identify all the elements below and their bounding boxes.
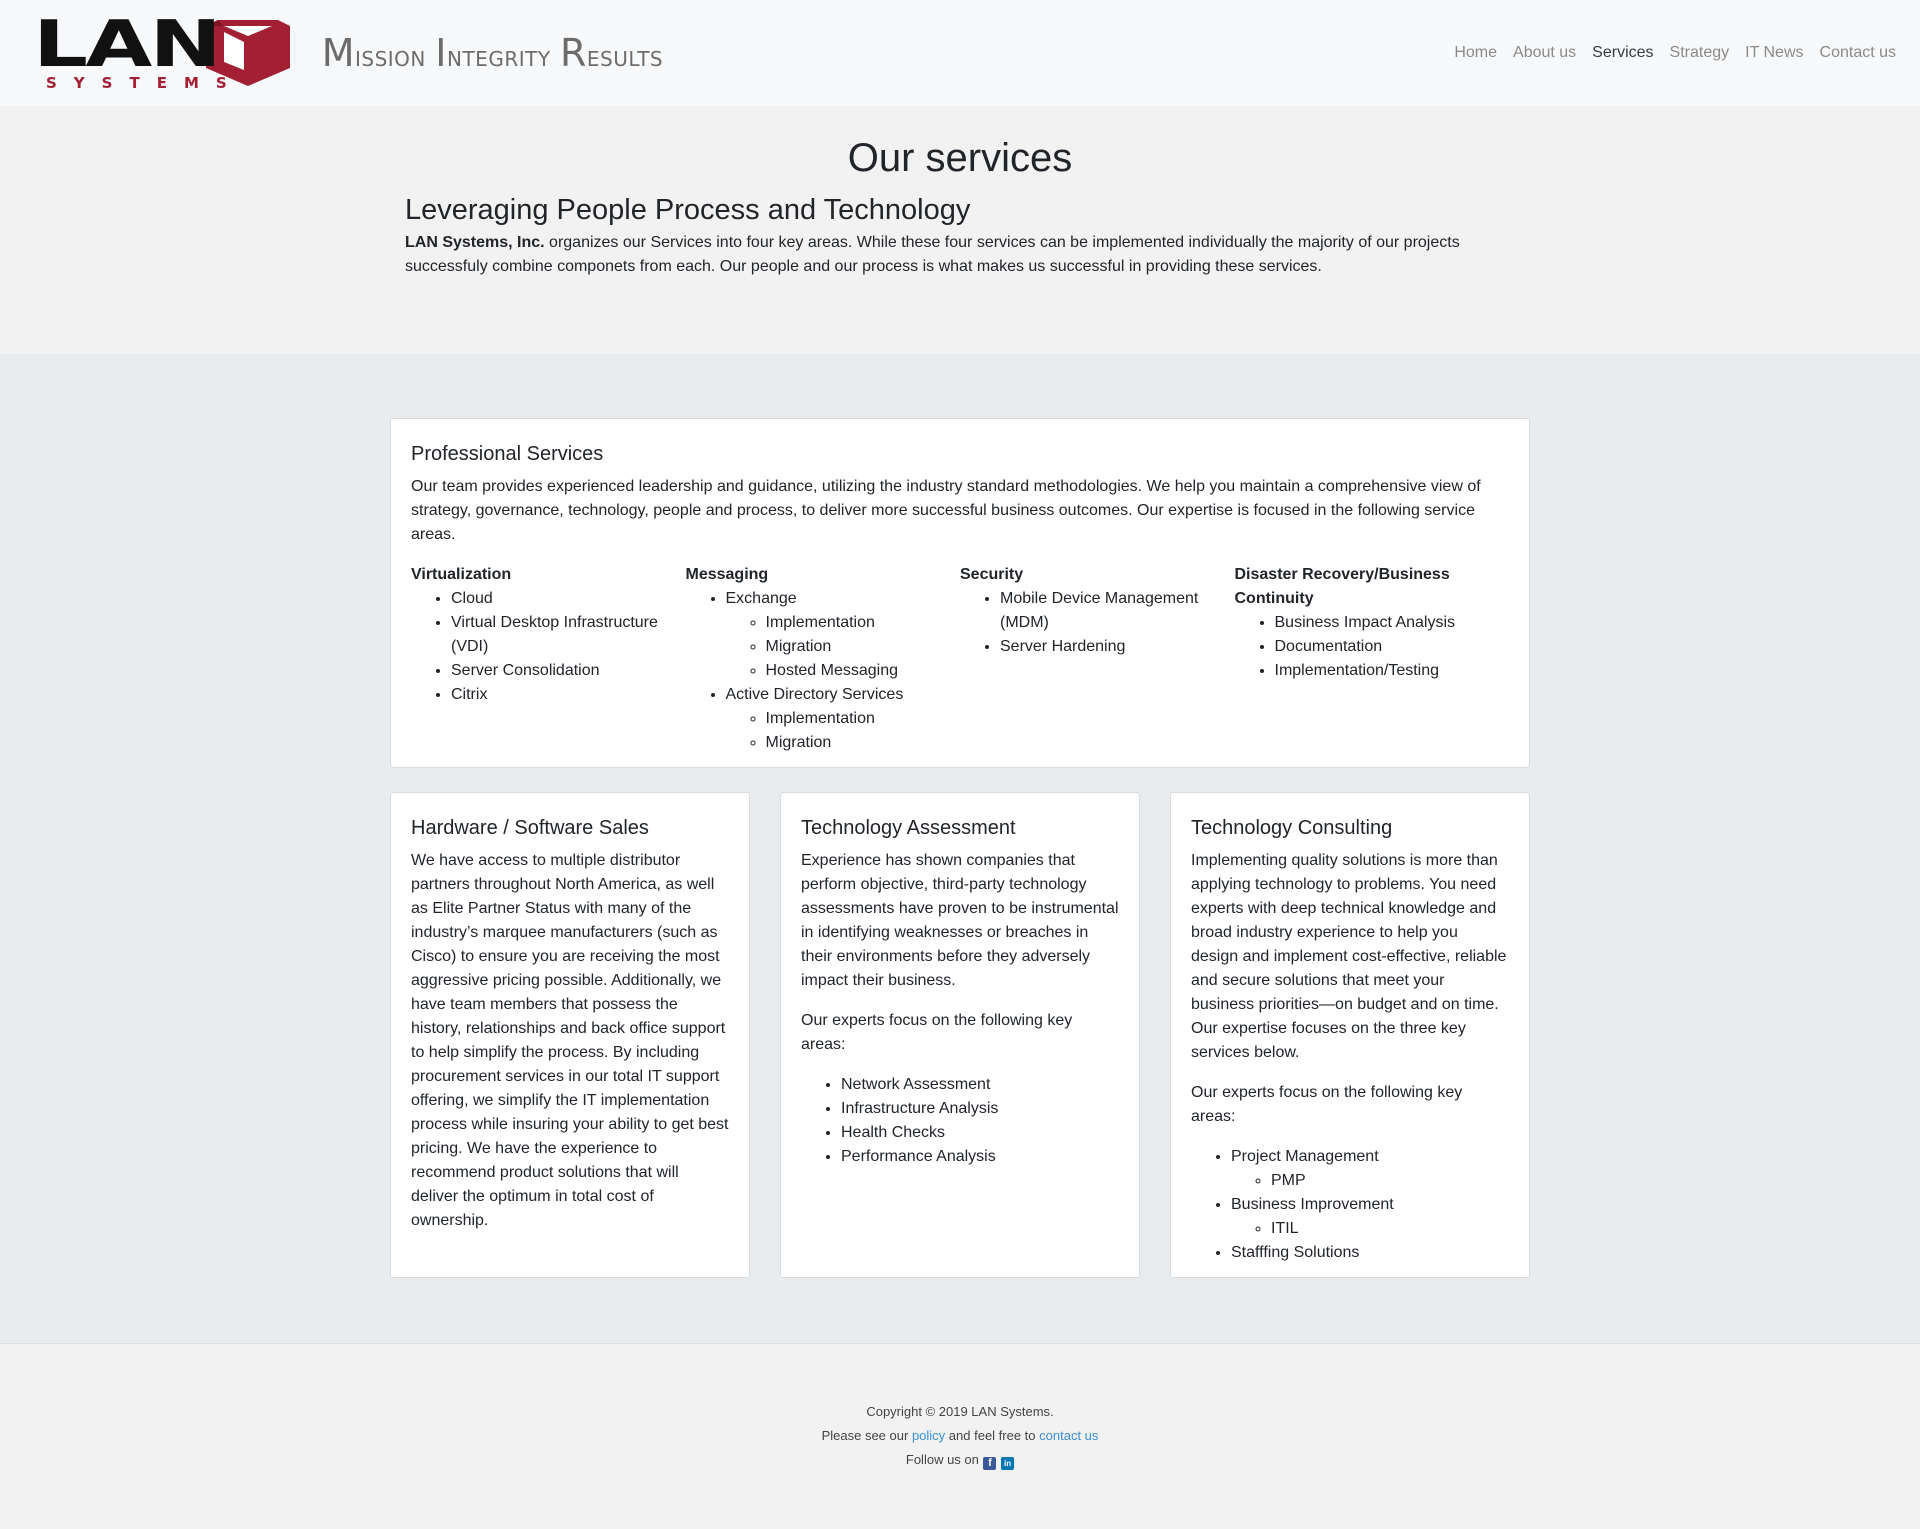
- footer: Copyright © 2019 LAN Systems. Please see…: [0, 1343, 1920, 1529]
- page-title: Our services: [847, 136, 1073, 180]
- list-item: Infrastructure Analysis: [841, 1097, 1119, 1121]
- list-item: Business Improvement ITIL: [1231, 1193, 1509, 1241]
- column-virtualization: Virtualization Cloud Virtual Desktop Inf…: [411, 563, 686, 755]
- technology-consulting-card: Technology Consulting Implementing quali…: [1170, 792, 1530, 1278]
- list-item: Active Directory Services Implementation…: [726, 683, 961, 755]
- linkedin-icon[interactable]: in: [1001, 1457, 1015, 1470]
- copyright: Copyright © 2019 LAN Systems.: [866, 1404, 1054, 1419]
- professional-services-card: Professional Services Our team provides …: [390, 418, 1530, 768]
- navbar: LAN SYSTEMS Mission Integrity Results Ho…: [0, 0, 1920, 106]
- list-item: Performance Analysis: [841, 1145, 1119, 1169]
- logo-word: LAN: [32, 8, 222, 82]
- list-item: PMP: [1271, 1169, 1509, 1193]
- list-item: Implementation: [766, 611, 961, 635]
- policy-link[interactable]: policy: [912, 1428, 945, 1443]
- card-title: Hardware / Software Sales: [411, 817, 649, 839]
- facebook-icon[interactable]: f: [983, 1457, 997, 1470]
- list-item: Exchange Implementation Migration Hosted…: [726, 587, 961, 683]
- hero: Our services Leveraging People Process a…: [0, 106, 1920, 354]
- card-title: Professional Services: [411, 443, 604, 465]
- list-item: Hosted Messaging: [766, 659, 961, 683]
- card-body: We have access to multiple distributor p…: [411, 852, 729, 1229]
- column-security: Security Mobile Device Management (MDM) …: [960, 563, 1235, 755]
- list-item: Virtual Desktop Infrastructure (VDI): [451, 611, 686, 659]
- list-item: Health Checks: [841, 1121, 1119, 1145]
- list-item: Implementation/Testing: [1275, 659, 1510, 683]
- column-messaging: Messaging Exchange Implementation Migrat…: [686, 563, 961, 755]
- list-item: Cloud: [451, 587, 686, 611]
- column-heading: Messaging: [685, 566, 769, 583]
- contact-link[interactable]: contact us: [1039, 1428, 1098, 1443]
- nav-it-news[interactable]: IT News: [1745, 44, 1803, 62]
- services-section: Professional Services Our team provides …: [0, 354, 1920, 1343]
- service-areas: Virtualization Cloud Virtual Desktop Inf…: [411, 563, 1509, 755]
- list-item: ITIL: [1271, 1217, 1509, 1241]
- list-item: Stafffing Solutions: [1231, 1241, 1509, 1265]
- card-title: Technology Consulting: [1191, 817, 1393, 839]
- tagline-word: Mission: [321, 31, 426, 75]
- column-disaster-recovery: Disaster Recovery/Business Continuity Bu…: [1235, 563, 1510, 755]
- list-item: Migration: [766, 635, 961, 659]
- card-body: Implementing quality solutions is more t…: [1191, 852, 1507, 1061]
- column-heading: Disaster Recovery/Business Continuity: [1234, 566, 1450, 607]
- tagline: Mission Integrity Results: [322, 31, 663, 75]
- list-item: Network Assessment: [841, 1073, 1119, 1097]
- column-heading: Virtualization: [411, 566, 512, 583]
- hardware-software-card: Hardware / Software Sales We have access…: [390, 792, 750, 1278]
- list-item: Server Consolidation: [451, 659, 686, 683]
- intro-paragraph: LAN Systems, Inc. organizes our Services…: [405, 234, 1460, 275]
- card-body: Experience has shown companies that perf…: [801, 852, 1119, 989]
- list-item: Business Impact Analysis: [1275, 611, 1510, 635]
- tagline-word: Integrity: [435, 31, 551, 75]
- list-item: Implementation: [766, 707, 961, 731]
- focus-text: Our experts focus on the following key a…: [801, 1012, 1073, 1053]
- list-item: Project Management PMP: [1231, 1145, 1509, 1193]
- page-subtitle: Leveraging People Process and Technology: [405, 194, 971, 226]
- technology-assessment-card: Technology Assessment Experience has sho…: [780, 792, 1140, 1278]
- column-heading: Security: [960, 566, 1024, 583]
- list-item: Citrix: [451, 683, 686, 707]
- main-nav: Home About us Services Strategy IT News …: [1438, 44, 1896, 62]
- nav-home[interactable]: Home: [1454, 44, 1497, 62]
- tagline-word: Results: [559, 31, 664, 75]
- nav-contact[interactable]: Contact us: [1820, 44, 1896, 62]
- card-body: Our team provides experienced leadership…: [411, 478, 1481, 543]
- nav-services[interactable]: Services: [1592, 44, 1653, 62]
- focus-text: Our experts focus on the following key a…: [1191, 1084, 1463, 1125]
- company-name: LAN Systems, Inc.: [405, 234, 545, 251]
- policy-line: Please see our policy and feel free to c…: [821, 1428, 1099, 1443]
- list-item: Mobile Device Management (MDM): [1000, 587, 1235, 635]
- list-item: Migration: [766, 731, 961, 755]
- list-item: Documentation: [1275, 635, 1510, 659]
- brand[interactable]: LAN SYSTEMS Mission Integrity Results: [32, 8, 663, 91]
- nav-about[interactable]: About us: [1513, 44, 1576, 62]
- company-logo[interactable]: LAN SYSTEMS: [32, 8, 292, 91]
- card-title: Technology Assessment: [801, 817, 1016, 839]
- nav-strategy[interactable]: Strategy: [1670, 44, 1730, 62]
- list-item: Server Hardening: [1000, 635, 1235, 659]
- follow-line: Follow us on f in: [0, 1448, 1920, 1472]
